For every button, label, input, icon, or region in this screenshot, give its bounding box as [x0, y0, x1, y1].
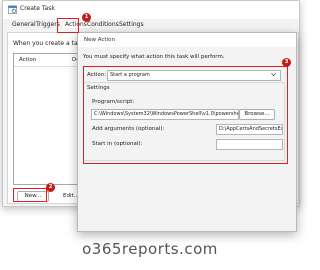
step-badge-1: 1	[82, 13, 91, 22]
highlight-actions-tab	[57, 18, 79, 33]
step-badge-2: 2	[46, 183, 55, 192]
actions-list-header: Action De	[14, 54, 80, 67]
column-action[interactable]: Action	[19, 57, 36, 63]
tab-settings[interactable]: Settings	[119, 21, 144, 28]
new-action-titlebar: New Action	[78, 33, 296, 47]
new-action-message: You must specify what action this task w…	[83, 54, 225, 60]
create-task-titlebar: Create Task	[3, 1, 299, 19]
new-action-title: New Action	[84, 37, 115, 43]
highlight-action-settings	[83, 66, 288, 164]
highlight-new-button	[13, 188, 47, 202]
tab-general[interactable]: General	[12, 21, 36, 28]
task-scheduler-icon	[8, 5, 17, 14]
watermark-text: o365reports.com	[82, 240, 218, 258]
tab-conditions[interactable]: Conditions	[87, 21, 119, 28]
create-task-title: Create Task	[20, 5, 55, 12]
actions-list[interactable]: Action De	[13, 53, 80, 185]
step-badge-3: 3	[282, 58, 291, 67]
